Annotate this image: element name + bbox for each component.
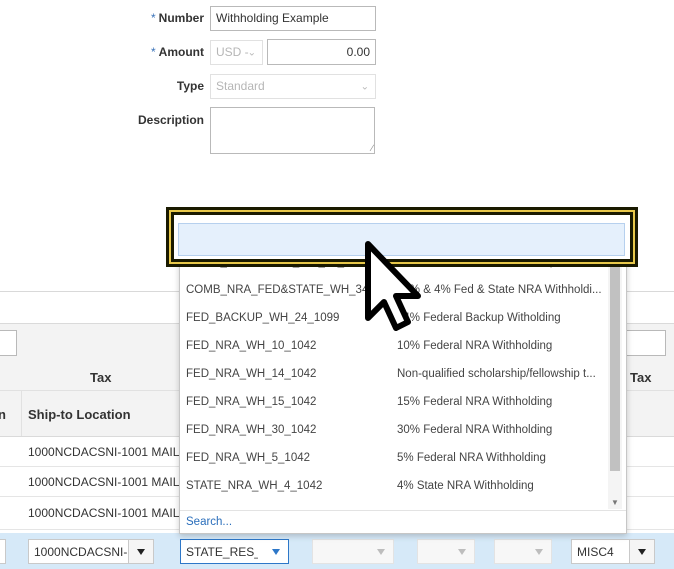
chevron-down-icon: ⌄ (247, 47, 256, 58)
left-select-partial[interactable] (0, 539, 6, 564)
misc-select[interactable]: MISC4 (571, 539, 655, 564)
amount-field[interactable]: 0.00 (267, 39, 376, 65)
number-field[interactable]: Withholding Example (210, 6, 376, 31)
ship-to-location-header: Ship-to Location (28, 407, 131, 422)
triangle-down-icon (638, 549, 646, 555)
scroll-down-icon[interactable]: ▼ (611, 498, 619, 507)
list-item[interactable]: FED_NRA_WH_10_1042 10% Federal NRA Withh… (180, 333, 607, 361)
column-divider (21, 391, 22, 436)
filter-field-right[interactable] (624, 330, 666, 356)
mouse-pointer-icon (365, 241, 421, 331)
disabled-select-1 (312, 539, 394, 564)
list-item[interactable]: FED_NRA_WH_5_1042 5% Federal NRA Withhol… (180, 445, 607, 473)
ship-to-cell: 1000NCDACSNI-1001 MAIL (28, 445, 180, 459)
tax-group-header: Tax (90, 370, 112, 385)
dropdown-scrollbar[interactable]: ▲ ▼ (608, 227, 622, 509)
required-mark: * (150, 11, 156, 25)
disabled-select-3 (494, 539, 552, 564)
dropdown-button[interactable] (629, 540, 654, 563)
triangle-down-icon (272, 549, 280, 555)
search-link[interactable]: Search... (186, 516, 232, 528)
ship-to-cell: 1000NCDACSNI-1001 MAIL (28, 506, 180, 520)
triangle-down-icon (535, 549, 543, 555)
dropdown-button[interactable] (128, 540, 153, 563)
list-item[interactable]: FED_NRA_WH_14_1042 Non-qualified scholar… (180, 361, 607, 389)
disabled-select-2 (417, 539, 475, 564)
amount-label: * Amount (151, 45, 204, 59)
dropdown-button[interactable] (264, 540, 288, 563)
description-label: Description (137, 113, 204, 127)
filter-field-left[interactable] (0, 330, 17, 356)
resize-handle-icon: ∕ (371, 143, 373, 153)
ship-to-cell: 1000NCDACSNI-1001 MAIL (28, 475, 180, 489)
tax-classification-select[interactable]: STATE_RES_W (180, 539, 289, 564)
description-field[interactable]: ∕ (210, 107, 375, 154)
type-label: Type (176, 79, 204, 93)
tax-column-header-right: Tax (630, 370, 652, 385)
ship-to-select[interactable]: 1000NCDACSNI-1 (28, 539, 154, 564)
type-select: Standard ⌄ (210, 74, 376, 99)
partial-column-header: n (0, 407, 6, 422)
number-label: * Number (150, 11, 204, 25)
required-mark: * (151, 45, 156, 59)
triangle-down-icon (458, 549, 466, 555)
triangle-down-icon (137, 549, 145, 555)
scrollbar-thumb[interactable] (610, 241, 620, 471)
currency-select: USD - ⌄ (210, 40, 263, 65)
list-item[interactable]: FED_NRA_WH_30_1042 30% Federal NRA Withh… (180, 417, 607, 445)
triangle-down-icon (377, 549, 385, 555)
list-item[interactable]: FED_NRA_WH_15_1042 15% Federal NRA Withh… (180, 389, 607, 417)
dropdown-footer: Search... (180, 510, 626, 534)
chevron-down-icon: ⌄ (360, 81, 369, 92)
list-item[interactable]: STATE_NRA_WH_4_1042 4% State NRA Withhol… (180, 473, 607, 501)
